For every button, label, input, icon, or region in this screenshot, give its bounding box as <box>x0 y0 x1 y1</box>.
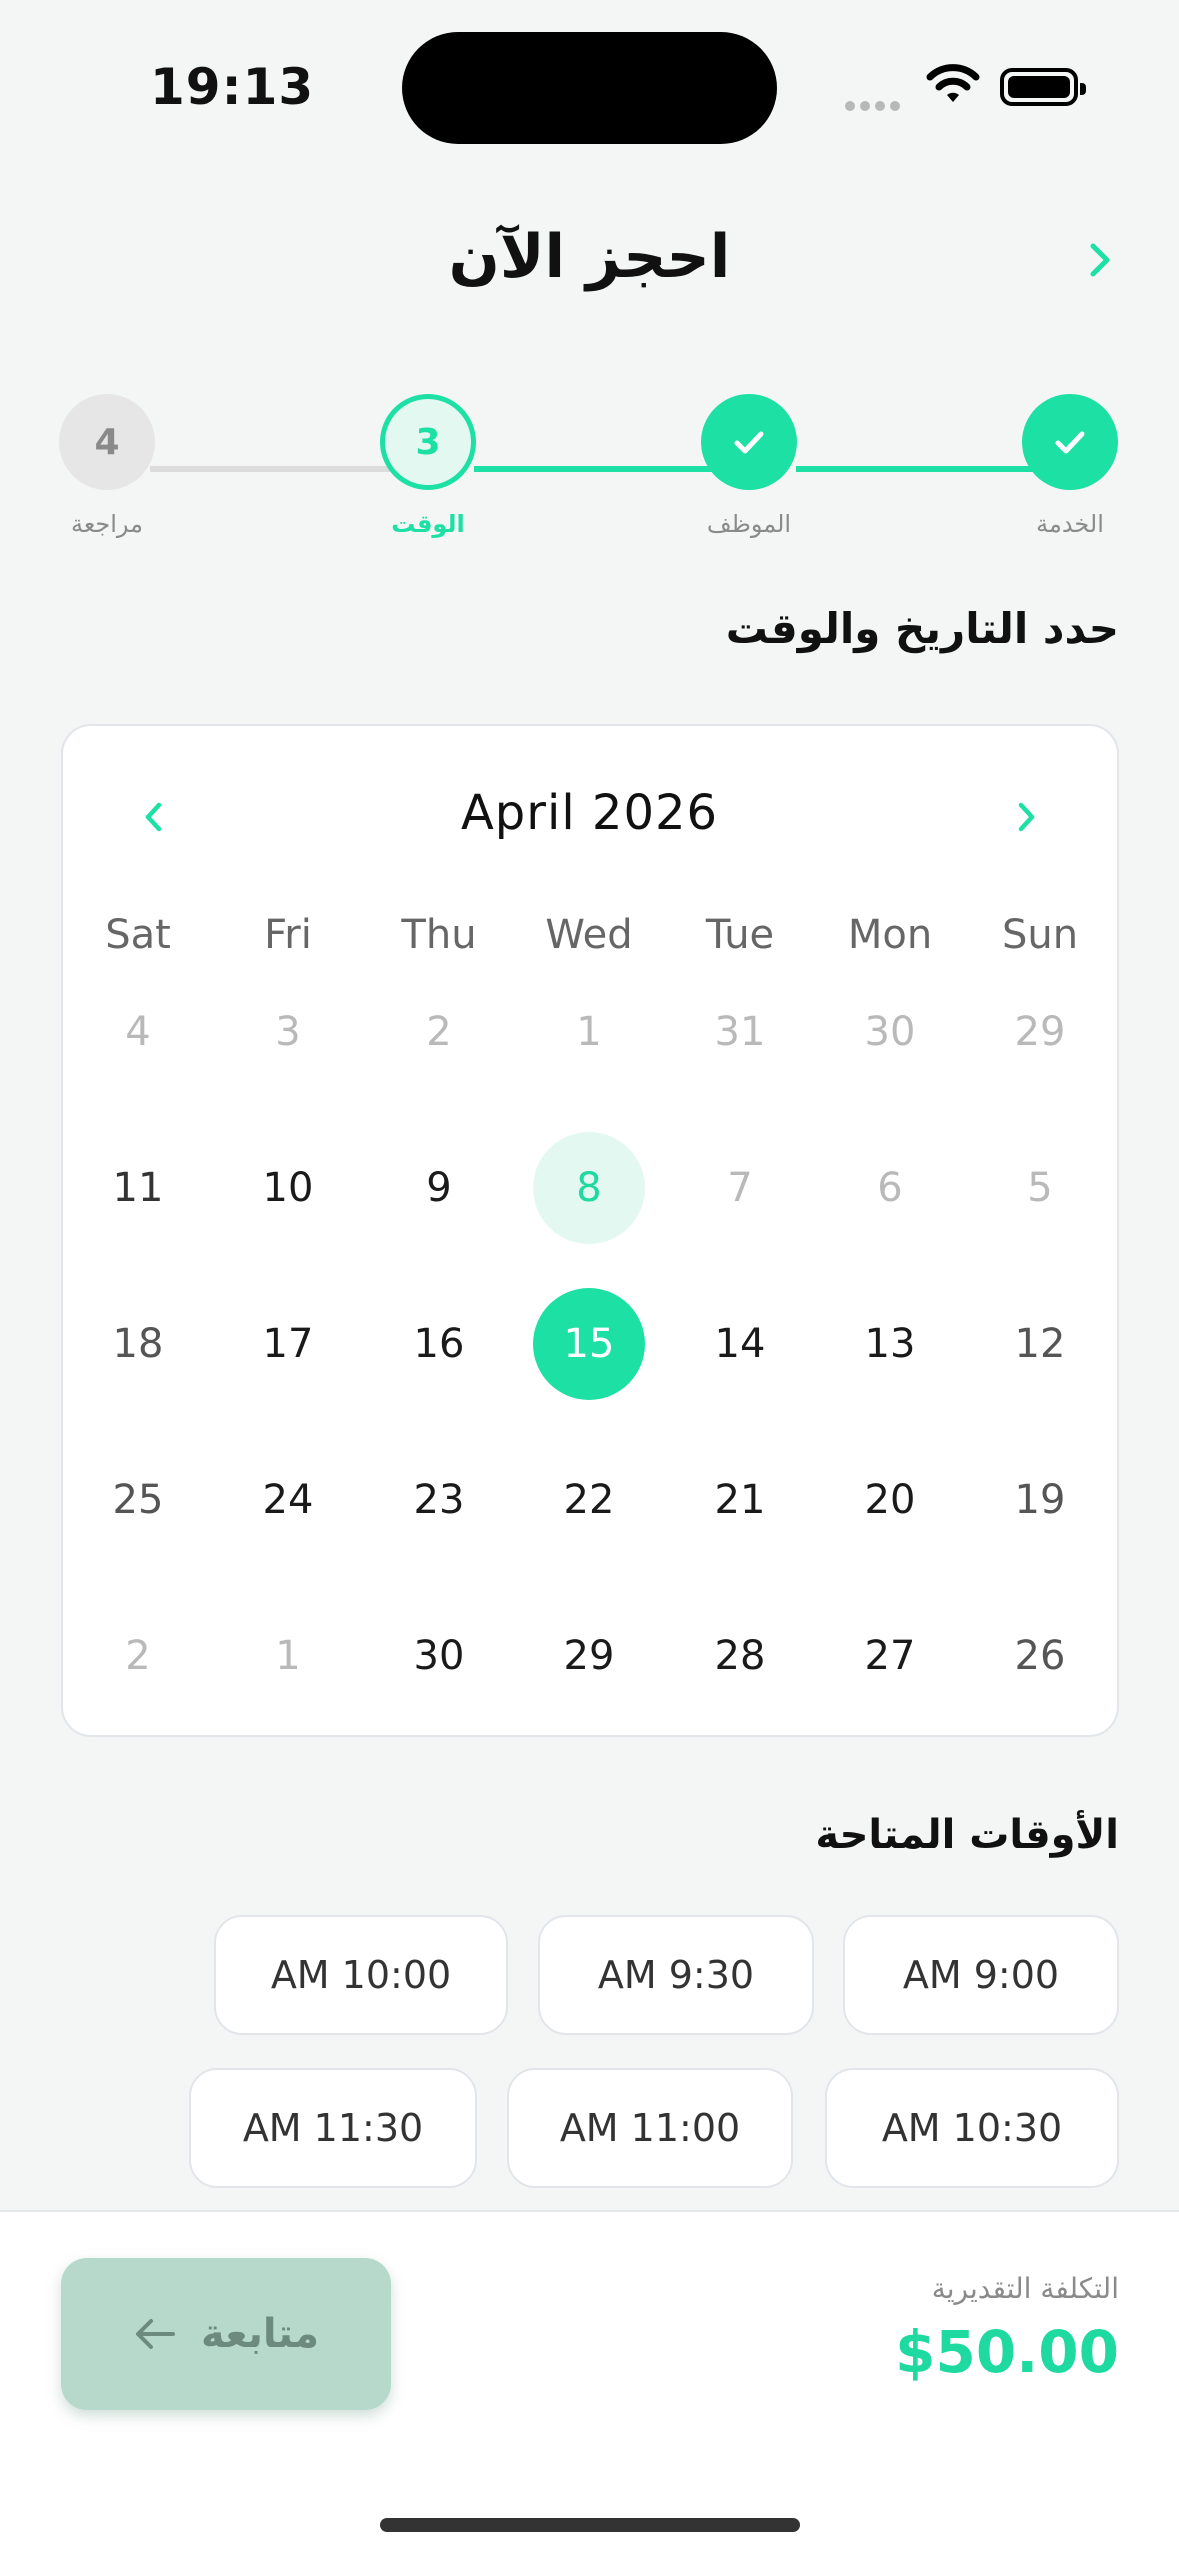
calendar-day[interactable]: 21 <box>684 1444 796 1556</box>
step-label-staff: الموظف <box>706 510 792 538</box>
calendar-day[interactable]: 10 <box>232 1132 344 1244</box>
calendar-day-selected[interactable]: 15 <box>533 1288 645 1400</box>
month-label: April 2026 <box>460 785 719 841</box>
status-time: 19:13 <box>150 58 315 116</box>
chevron-right-icon <box>1018 802 1035 832</box>
calendar-day[interactable]: 20 <box>834 1444 946 1556</box>
calendar-day: 4 <box>125 1009 151 1055</box>
calendar-day: 7 <box>727 1165 753 1211</box>
continue-button[interactable]: متابعة <box>61 2258 391 2410</box>
time-slot[interactable]: AM 10:00 <box>214 1915 508 2035</box>
weekday-mon: Mon <box>847 912 933 958</box>
times-section-title: الأوقات المتاحة <box>815 1812 1119 1858</box>
calendar-day[interactable]: 25 <box>82 1444 194 1556</box>
weekday-thu: Thu <box>401 912 477 958</box>
battery-icon <box>1000 68 1086 106</box>
calendar-day[interactable]: 26 <box>984 1600 1096 1712</box>
stepper-line-done <box>474 466 714 472</box>
time-slot[interactable]: AM 11:30 <box>189 2068 477 2188</box>
estimated-cost-value: $50.00 <box>895 2318 1119 2386</box>
step-label-review: مراجعة <box>70 510 144 538</box>
page-title: احجز الآن <box>448 222 731 292</box>
calendar-day[interactable]: 19 <box>984 1444 1096 1556</box>
calendar-day[interactable]: 24 <box>232 1444 344 1556</box>
calendar-day: 30 <box>864 1009 916 1055</box>
time-slot[interactable]: AM 9:00 <box>843 1915 1119 2035</box>
estimated-cost-label: التكلفة التقديرية <box>931 2272 1119 2305</box>
calendar-day[interactable]: 22 <box>533 1444 645 1556</box>
calendar-day: 29 <box>1014 1009 1066 1055</box>
time-slot[interactable]: AM 11:00 <box>507 2068 793 2188</box>
step-service-done <box>1022 394 1118 490</box>
wifi-icon <box>925 62 981 110</box>
calendar-day[interactable]: 30 <box>383 1600 495 1712</box>
step-staff-done <box>701 394 797 490</box>
next-month-button[interactable] <box>1006 797 1046 837</box>
checkmark-icon <box>1055 431 1085 454</box>
stepper-line-pending <box>150 466 390 472</box>
calendar-day[interactable]: 18 <box>82 1288 194 1400</box>
calendar-day: 3 <box>275 1009 301 1055</box>
arrow-left-icon <box>136 2319 176 2349</box>
calendar-day[interactable]: 27 <box>834 1600 946 1712</box>
back-button[interactable] <box>1080 240 1120 280</box>
step-time-active: 3 <box>380 394 476 490</box>
date-section-title: حدد التاريخ والوقت <box>725 604 1119 653</box>
step-label-service: الخدمة <box>1036 510 1104 538</box>
time-slot[interactable]: AM 10:30 <box>825 2068 1119 2188</box>
calendar-day[interactable]: 14 <box>684 1288 796 1400</box>
calendar-day[interactable]: 28 <box>684 1600 796 1712</box>
time-slot[interactable]: AM 9:30 <box>538 1915 814 2035</box>
weekday-tue: Tue <box>705 912 775 958</box>
calendar-day: 6 <box>877 1165 903 1211</box>
calendar-day[interactable]: 9 <box>383 1132 495 1244</box>
calendar-day: 31 <box>714 1009 766 1055</box>
calendar-day: 2 <box>125 1633 151 1679</box>
calendar-day: 1 <box>275 1633 301 1679</box>
calendar-day[interactable]: 11 <box>82 1132 194 1244</box>
calendar-day: 2 <box>426 1009 452 1055</box>
calendar-day-today[interactable]: 8 <box>533 1132 645 1244</box>
checkmark-icon <box>734 431 764 454</box>
calendar-day[interactable]: 23 <box>383 1444 495 1556</box>
weekday-fri: Fri <box>264 912 312 958</box>
home-indicator <box>380 2518 800 2532</box>
calendar-day[interactable]: 16 <box>383 1288 495 1400</box>
stepper-line-done <box>796 466 1036 472</box>
step-label-time: الوقت <box>391 510 465 538</box>
calendar-day: 5 <box>1027 1165 1053 1211</box>
step-review-pending: 4 <box>59 394 155 490</box>
weekday-wed: Wed <box>545 912 633 958</box>
calendar-day[interactable]: 12 <box>984 1288 1096 1400</box>
chevron-right-icon <box>1090 243 1110 277</box>
calendar-day[interactable]: 17 <box>232 1288 344 1400</box>
cellular-signal-icon <box>845 96 905 111</box>
weekday-sat: Sat <box>105 912 171 958</box>
continue-label: متابعة <box>201 2311 319 2357</box>
calendar-day: 1 <box>576 1009 602 1055</box>
dynamic-island <box>402 32 777 144</box>
calendar-day[interactable]: 29 <box>533 1600 645 1712</box>
weekday-sun: Sun <box>1001 912 1079 958</box>
calendar-day[interactable]: 13 <box>834 1288 946 1400</box>
